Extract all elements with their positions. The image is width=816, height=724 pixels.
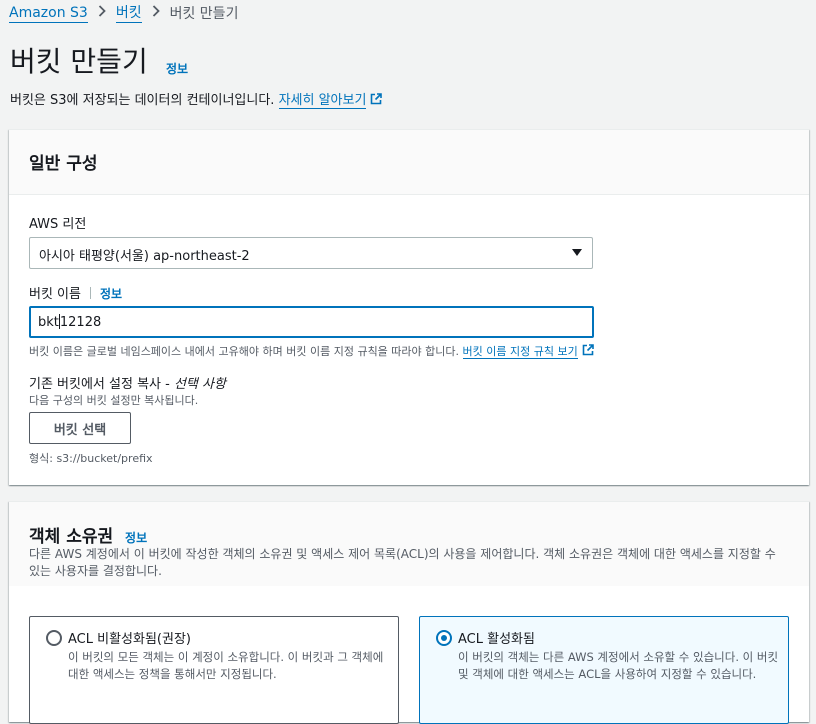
breadcrumb: Amazon S3 버킷 버킷 만들기: [9, 3, 238, 23]
general-configuration-title: 일반 구성: [29, 154, 98, 174]
radio-button-selected[interactable]: [436, 630, 452, 646]
general-configuration-header: 일반 구성: [9, 130, 809, 195]
bucket-name-input-value: bkt12128: [38, 314, 102, 330]
page-description: 버킷은 S3에 저장되는 데이터의 컨테이너입니다. 자세히 알아보기: [10, 89, 383, 109]
acl-disabled-title: ACL 비활성화됨(권장): [68, 632, 191, 647]
learn-more-link[interactable]: 자세히 알아보기: [278, 93, 367, 109]
bucket-name-label: 버킷 이름: [29, 287, 81, 302]
object-ownership-info-link[interactable]: 정보: [125, 531, 147, 545]
object-ownership-title: 객체 소유권: [29, 527, 114, 547]
page-title: 버킷 만들기: [10, 45, 148, 78]
chevron-right-icon: [98, 5, 106, 21]
object-ownership-title-row: 객체 소유권 정보: [29, 522, 147, 547]
bucket-name-input[interactable]: bkt12128: [29, 306, 594, 338]
object-ownership-panel: 객체 소유권 정보 다른 AWS 계정에서 이 버킷에 작성한 객체의 소유권 …: [9, 501, 809, 724]
breadcrumb-buckets-link[interactable]: 버킷: [115, 4, 142, 23]
choose-bucket-button[interactable]: 버킷 선택: [29, 412, 131, 444]
divider: [89, 287, 91, 299]
acl-disabled-description: 이 버킷의 모든 객체는 이 계정이 소유합니다. 이 버킷과 그 객체에 대한…: [68, 650, 384, 681]
optional-tag: 선택 사항: [173, 377, 226, 392]
page-description-text: 버킷은 S3에 저장되는 데이터의 컨테이너입니다.: [10, 93, 275, 108]
external-link-icon: [582, 344, 594, 356]
caret-down-icon: [572, 249, 582, 256]
bucket-name-label-row: 버킷 이름 정보: [29, 283, 122, 302]
radio-button[interactable]: [46, 630, 62, 646]
chevron-right-icon: [152, 5, 160, 21]
format-hint: 형식: s3://bucket/prefix: [29, 452, 153, 465]
page-info-link[interactable]: 정보: [166, 60, 188, 77]
external-link-icon: [370, 93, 383, 105]
bucket-name-hint-text: 버킷 이름은 글로벌 네임스페이스 내에서 고유해야 하며 버킷 이름 지정 규…: [29, 345, 460, 358]
general-configuration-panel: 일반 구성 AWS 리전 아시아 태평양(서울) ap-northeast-2 …: [9, 129, 809, 485]
object-ownership-header: 객체 소유권 정보 다른 AWS 계정에서 이 버킷에 작성한 객체의 소유권 …: [9, 502, 809, 586]
copy-settings-hint: 다음 구성의 버킷 설정만 복사됩니다.: [29, 394, 199, 407]
bucket-name-hint: 버킷 이름은 글로벌 네임스페이스 내에서 고유해야 하며 버킷 이름 지정 규…: [29, 343, 594, 359]
bucket-name-info-link[interactable]: 정보: [100, 287, 122, 301]
acl-disabled-option[interactable]: ACL 비활성화됨(권장) 이 버킷의 모든 객체는 이 계정이 소유합니다. …: [29, 616, 399, 724]
region-label: AWS 리전: [29, 217, 87, 232]
object-ownership-description: 다른 AWS 계정에서 이 버킷에 작성한 객체의 소유권 및 액세스 제어 목…: [29, 547, 776, 578]
acl-enabled-option[interactable]: ACL 활성화됨 이 버킷의 객체는 다른 AWS 계정에서 소유할 수 있습니…: [419, 616, 789, 724]
copy-settings-label: 기존 버킷에서 설정 복사 - 선택 사항: [29, 377, 226, 392]
breadcrumb-current: 버킷 만들기: [169, 6, 239, 22]
acl-enabled-title: ACL 활성화됨: [458, 632, 535, 647]
region-select-value: 아시아 태평양(서울) ap-northeast-2: [39, 249, 250, 264]
region-select[interactable]: 아시아 태평양(서울) ap-northeast-2: [29, 237, 593, 269]
naming-rules-link[interactable]: 버킷 이름 지정 규칙 보기: [462, 345, 578, 359]
breadcrumb-amazon-s3-link[interactable]: Amazon S3: [9, 4, 88, 23]
acl-enabled-description: 이 버킷의 객체는 다른 AWS 계정에서 소유할 수 있습니다. 이 버킷 및…: [458, 650, 779, 681]
